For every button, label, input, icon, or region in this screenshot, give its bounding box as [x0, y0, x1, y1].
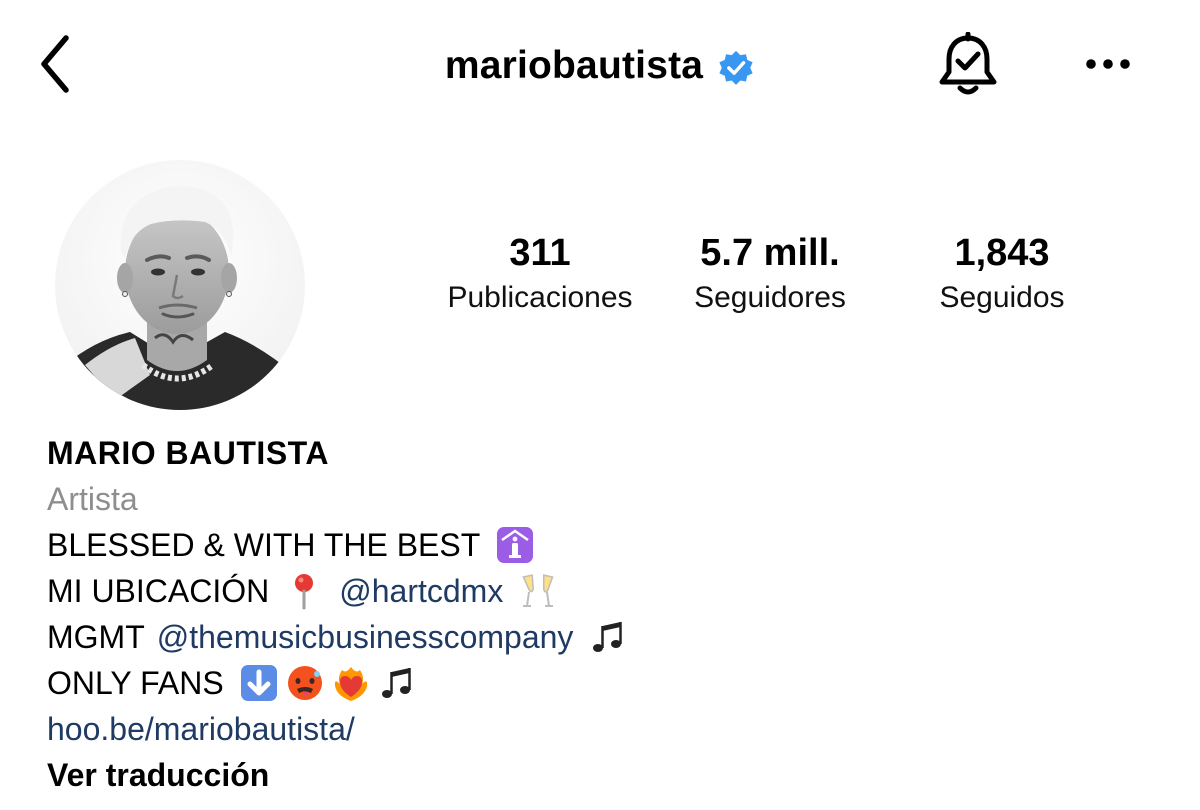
more-horizontal-icon	[1086, 59, 1130, 69]
hot-face-emoji-icon	[286, 664, 324, 702]
following-label: Seguidos	[939, 281, 1065, 314]
bio-line-4-text: ONLY FANS	[47, 665, 224, 701]
bio-link[interactable]: hoo.be/mariobautista/	[47, 706, 1147, 752]
display-name: MARIO BAUTISTA	[47, 435, 329, 471]
music-notes-emoji-icon-2	[378, 664, 416, 702]
posts-count: 311	[509, 232, 571, 274]
username-title: mariobautista	[444, 44, 704, 87]
stat-followers[interactable]: 5.7 mill. Seguidores	[650, 228, 890, 318]
stat-posts[interactable]: 311 Publicaciones	[420, 228, 660, 318]
music-notes-emoji-icon	[589, 618, 627, 656]
bio-line-2: MI UBICACIÓN @hartcdmx	[47, 568, 1147, 614]
bio-line-1: BLESSED & WITH THE BEST	[47, 522, 1147, 568]
bio-line-3-text: MGMT	[47, 619, 145, 655]
header-title: mariobautista	[0, 38, 1200, 94]
followers-count: 5.7 mill.	[700, 232, 840, 274]
pin-emoji-icon	[285, 572, 323, 610]
notifications-button[interactable]	[935, 30, 1001, 100]
more-options-button[interactable]	[1080, 44, 1136, 84]
profile-bio: MARIO BAUTISTA Artista BLESSED & WITH TH…	[47, 430, 1147, 798]
bell-check-icon	[939, 32, 997, 95]
mention-themusicbusinesscompany[interactable]: @themusicbusinesscompany	[157, 614, 574, 660]
info-emoji-icon	[496, 526, 534, 564]
champagne-emoji-icon	[519, 572, 557, 610]
verified-badge-icon	[717, 49, 755, 87]
down-arrow-emoji-icon	[240, 664, 278, 702]
bio-line-3: MGMT @themusicbusinesscompany	[47, 614, 1147, 660]
profile-header: mariobautista	[0, 0, 1200, 130]
bio-line-4: ONLY FANS	[47, 660, 1147, 706]
followers-label: Seguidores	[694, 281, 846, 314]
see-translation-button[interactable]: Ver traducción	[47, 752, 1147, 798]
mention-hartcdmx[interactable]: @hartcdmx	[339, 568, 503, 614]
heart-on-fire-emoji-icon	[332, 664, 370, 702]
stat-following[interactable]: 1,843 Seguidos	[882, 228, 1122, 318]
following-count: 1,843	[954, 232, 1050, 274]
bio-line-1-text: BLESSED & WITH THE BEST	[47, 527, 481, 563]
bio-line-2-text: MI UBICACIÓN	[47, 573, 270, 609]
avatar[interactable]	[55, 160, 305, 410]
profile-stats: 311 Publicaciones 5.7 mill. Seguidores 1…	[420, 228, 1120, 328]
posts-label: Publicaciones	[447, 281, 633, 314]
category-label: Artista	[47, 481, 138, 517]
